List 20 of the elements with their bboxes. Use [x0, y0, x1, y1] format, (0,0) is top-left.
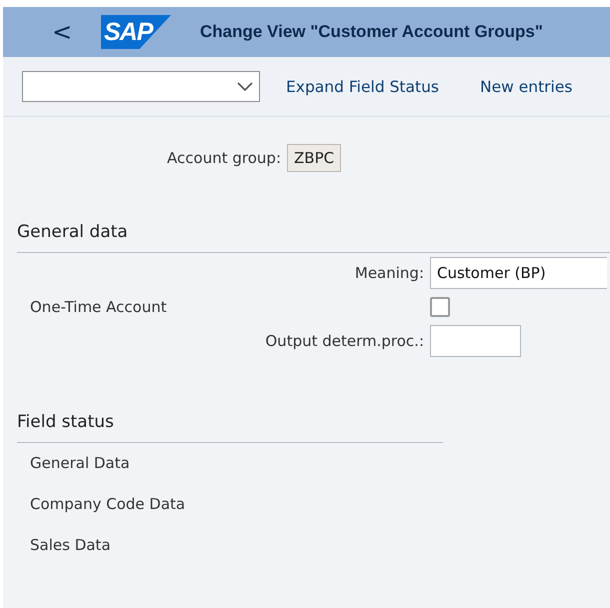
window-title: Change View "Customer Account Groups": [200, 22, 543, 42]
toolbar-action[interactable]: New entries: [480, 78, 572, 96]
checkbox[interactable]: [430, 297, 450, 317]
field-status-item[interactable]: General Data: [30, 454, 130, 472]
field-status-item[interactable]: Company Code Data: [30, 495, 186, 513]
field-label: Meaning:: [354, 264, 424, 282]
back-button[interactable]: <: [51, 18, 73, 46]
section-title: Field status: [17, 412, 115, 432]
section-title: General data: [17, 222, 129, 242]
input-field[interactable]: [430, 325, 521, 357]
field-label: Account group:: [166, 149, 281, 167]
input-field[interactable]: Customer (BP): [430, 257, 607, 289]
field-label: One-Time Account: [30, 298, 168, 316]
field-label: Output determ.proc.:: [264, 332, 424, 350]
toolbar-action[interactable]: Expand Field Status: [286, 78, 439, 96]
field-status-item[interactable]: Sales Data: [30, 536, 111, 554]
dropdown-field[interactable]: [22, 71, 260, 102]
logo: SAP: [101, 15, 171, 49]
account-group-field: ZBPC: [287, 144, 342, 172]
chevron-down-icon: [237, 82, 253, 92]
